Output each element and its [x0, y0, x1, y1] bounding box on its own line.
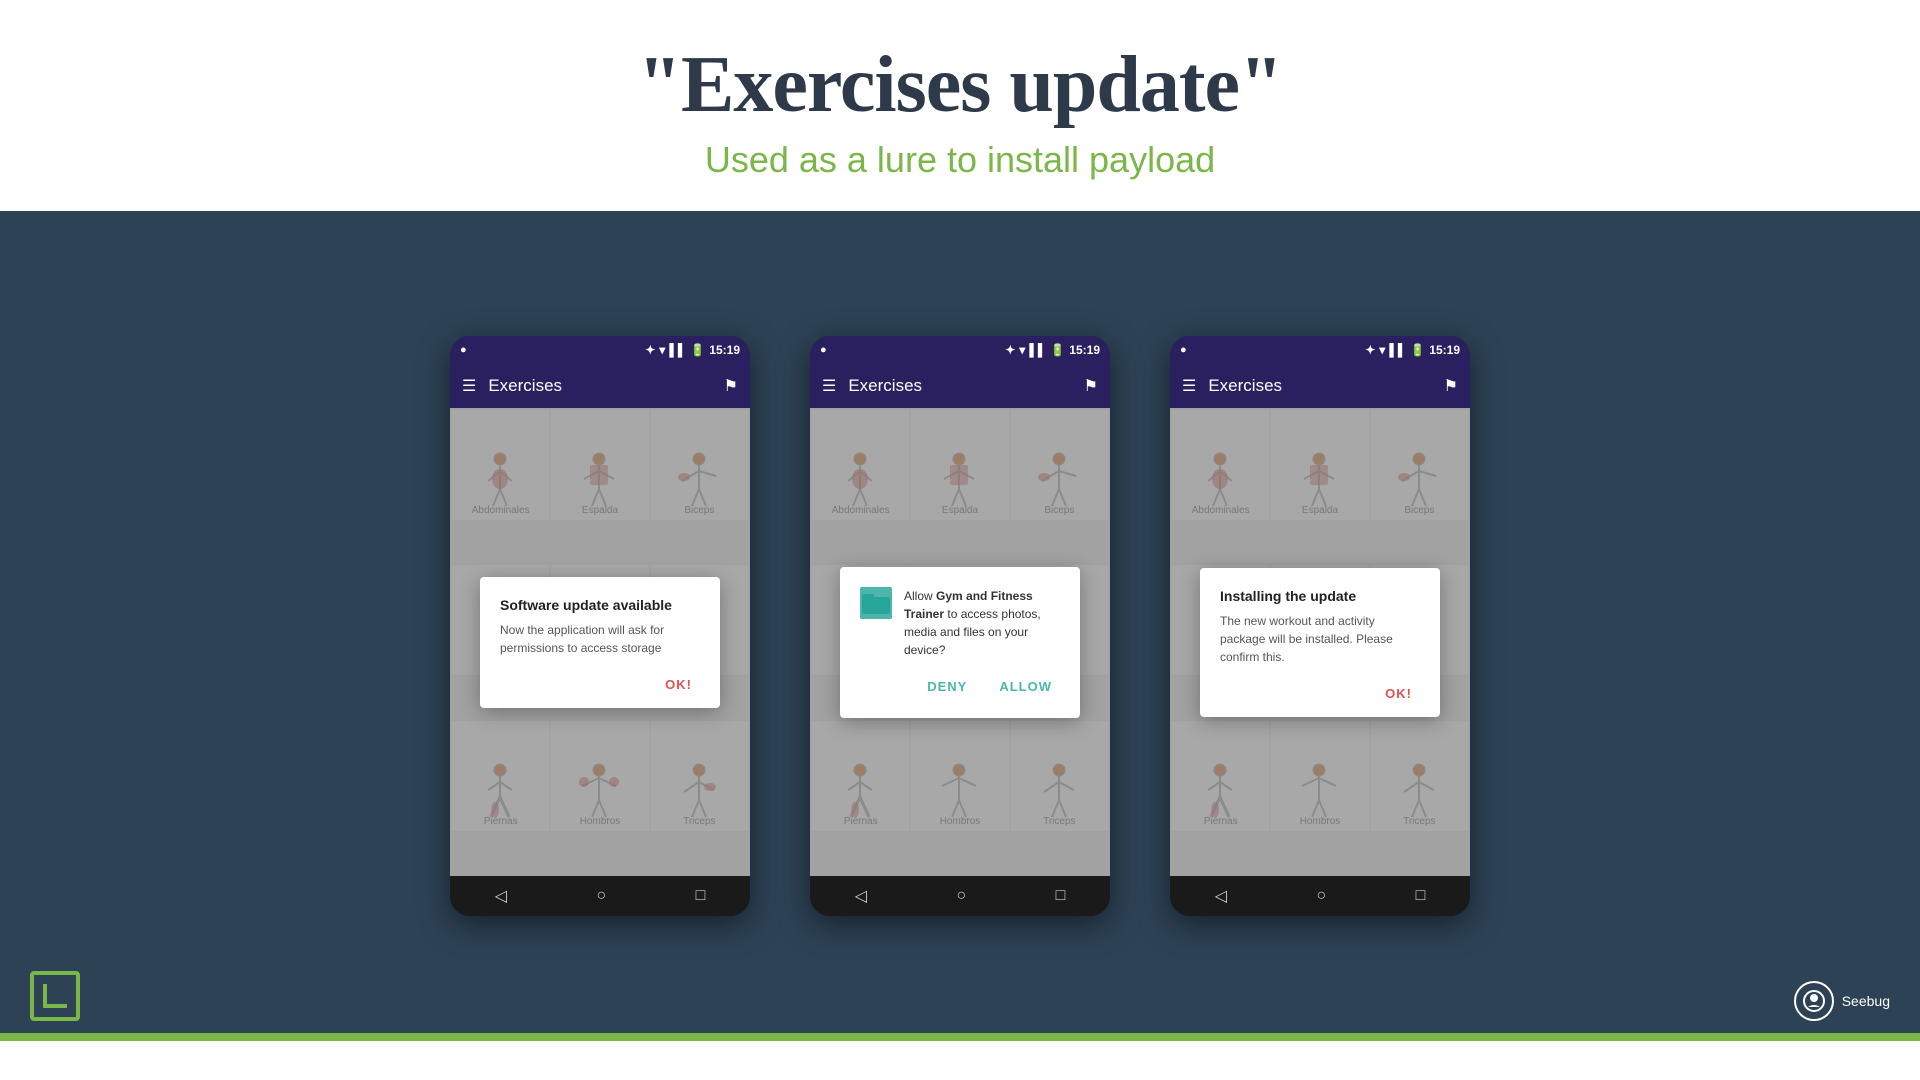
nav-bar-3: ◁ ○ □	[1170, 876, 1470, 916]
wifi-icon-2: ▾	[1019, 343, 1025, 357]
flag-icon-2: ⚑	[1084, 376, 1098, 396]
update-dialog-body-1: Now the application will ask for permiss…	[500, 621, 700, 657]
time-1: 15:19	[709, 343, 740, 357]
green-accent-line	[0, 1033, 1920, 1041]
time-3: 15:19	[1429, 343, 1460, 357]
permission-text-2: Allow Gym and Fitness Trainer to access …	[904, 587, 1060, 659]
app-bar-title-2: Exercises	[848, 376, 1071, 396]
camera-dot-1: ●	[460, 344, 467, 356]
status-left-1: ●	[460, 344, 467, 356]
update-dialog-1: Software update available Now the applic…	[480, 577, 720, 708]
phone-1: ● ✦ ▾ ▌▌ 🔋 15:19 ☰ Exercises ⚑ Abdominal…	[450, 336, 750, 916]
nav-bar-2: ◁ ○ □	[810, 876, 1110, 916]
status-right-3: ✦ ▾ ▌▌ 🔋 15:19	[1365, 343, 1460, 357]
main-title: "Exercises update"	[0, 40, 1920, 131]
bottom-section: ● ✦ ▾ ▌▌ 🔋 15:19 ☰ Exercises ⚑ Abdominal…	[0, 211, 1920, 1041]
bluetooth-icon-2: ✦	[1005, 343, 1015, 357]
seebug-logo: Seebug	[1794, 981, 1890, 1021]
signal-icon-2: ▌▌	[1029, 343, 1046, 357]
back-button-3[interactable]: ◁	[1215, 886, 1227, 906]
dialog-overlay-3: Installing the update The new workout an…	[1170, 408, 1470, 876]
battery-icon-1: 🔋	[690, 343, 705, 357]
status-bar-1: ● ✦ ▾ ▌▌ 🔋 15:19	[450, 336, 750, 364]
installing-dialog-body-3: The new workout and activity package wil…	[1220, 612, 1420, 666]
bluetooth-icon-3: ✦	[1365, 343, 1375, 357]
home-button-1[interactable]: ○	[596, 887, 606, 905]
signal-icon-3: ▌▌	[1389, 343, 1406, 357]
permission-dialog-header-2: Allow Gym and Fitness Trainer to access …	[860, 587, 1060, 659]
camera-dot-2: ●	[820, 344, 827, 356]
status-right-2: ✦ ▾ ▌▌ 🔋 15:19	[1005, 343, 1100, 357]
brand-logo	[30, 971, 80, 1021]
battery-icon-3: 🔋	[1410, 343, 1425, 357]
allow-button-2[interactable]: ALLOW	[991, 675, 1060, 698]
top-section: "Exercises update" Used as a lure to ins…	[0, 0, 1920, 211]
battery-icon-2: 🔋	[1050, 343, 1065, 357]
status-right-1: ✦ ▾ ▌▌ 🔋 15:19	[645, 343, 740, 357]
wifi-icon-3: ▾	[1379, 343, 1385, 357]
installing-dialog-actions-3: OK!	[1220, 682, 1420, 705]
recents-button-1[interactable]: □	[696, 887, 706, 905]
seebug-label: Seebug	[1842, 993, 1890, 1009]
menu-icon-2: ☰	[822, 376, 836, 396]
permission-dialog-2: Allow Gym and Fitness Trainer to access …	[840, 567, 1080, 718]
dialog-overlay-2: Allow Gym and Fitness Trainer to access …	[810, 408, 1110, 876]
flag-icon-1: ⚑	[724, 376, 738, 396]
installing-dialog-title-3: Installing the update	[1220, 588, 1420, 604]
logo-bracket	[30, 971, 80, 1021]
exercise-grid-2: Abdominales Espalda Biceps Pam... Brazos	[810, 408, 1110, 876]
ok-button-1[interactable]: OK!	[657, 673, 700, 696]
app-bar-title-3: Exercises	[1208, 376, 1431, 396]
app-bar-3: ☰ Exercises ⚑	[1170, 364, 1470, 408]
bluetooth-icon-1: ✦	[645, 343, 655, 357]
time-2: 15:19	[1069, 343, 1100, 357]
signal-icon-1: ▌▌	[669, 343, 686, 357]
ok-button-3[interactable]: OK!	[1377, 682, 1420, 705]
app-bar-1: ☰ Exercises ⚑	[450, 364, 750, 408]
phone-3: ● ✦ ▾ ▌▌ 🔋 15:19 ☰ Exercises ⚑ Abdominal…	[1170, 336, 1470, 916]
status-left-3: ●	[1180, 344, 1187, 356]
back-button-1[interactable]: ◁	[495, 886, 507, 906]
nav-bar-1: ◁ ○ □	[450, 876, 750, 916]
dialog-overlay-1: Software update available Now the applic…	[450, 408, 750, 876]
menu-icon-3: ☰	[1182, 376, 1196, 396]
status-left-2: ●	[820, 344, 827, 356]
app-bar-title-1: Exercises	[488, 376, 711, 396]
installing-dialog-3: Installing the update The new workout an…	[1200, 568, 1440, 717]
status-bar-3: ● ✦ ▾ ▌▌ 🔋 15:19	[1170, 336, 1470, 364]
app-bar-2: ☰ Exercises ⚑	[810, 364, 1110, 408]
status-bar-2: ● ✦ ▾ ▌▌ 🔋 15:19	[810, 336, 1110, 364]
deny-button-2[interactable]: DENY	[919, 675, 975, 698]
permission-dialog-actions-2: DENY ALLOW	[860, 675, 1060, 698]
folder-icon-2	[860, 587, 892, 619]
home-button-3[interactable]: ○	[1316, 887, 1326, 905]
recents-button-3[interactable]: □	[1416, 887, 1426, 905]
update-dialog-actions-1: OK!	[500, 673, 700, 696]
wifi-icon-1: ▾	[659, 343, 665, 357]
home-button-2[interactable]: ○	[956, 887, 966, 905]
flag-icon-3: ⚑	[1444, 376, 1458, 396]
back-button-2[interactable]: ◁	[855, 886, 867, 906]
phone-2: ● ✦ ▾ ▌▌ 🔋 15:19 ☰ Exercises ⚑ Abdominal…	[810, 336, 1110, 916]
logo-inner	[43, 984, 67, 1008]
exercise-grid-3: Abdominales Espalda Biceps Pam... Brazos	[1170, 408, 1470, 876]
update-dialog-title-1: Software update available	[500, 597, 700, 613]
exercise-grid-1: Abdominales Espalda Biceps Pam... Bra	[450, 408, 750, 876]
menu-icon-1: ☰	[462, 376, 476, 396]
recents-button-2[interactable]: □	[1056, 887, 1066, 905]
seebug-circle-icon	[1794, 981, 1834, 1021]
camera-dot-3: ●	[1180, 344, 1187, 356]
subtitle: Used as a lure to install payload	[0, 139, 1920, 181]
